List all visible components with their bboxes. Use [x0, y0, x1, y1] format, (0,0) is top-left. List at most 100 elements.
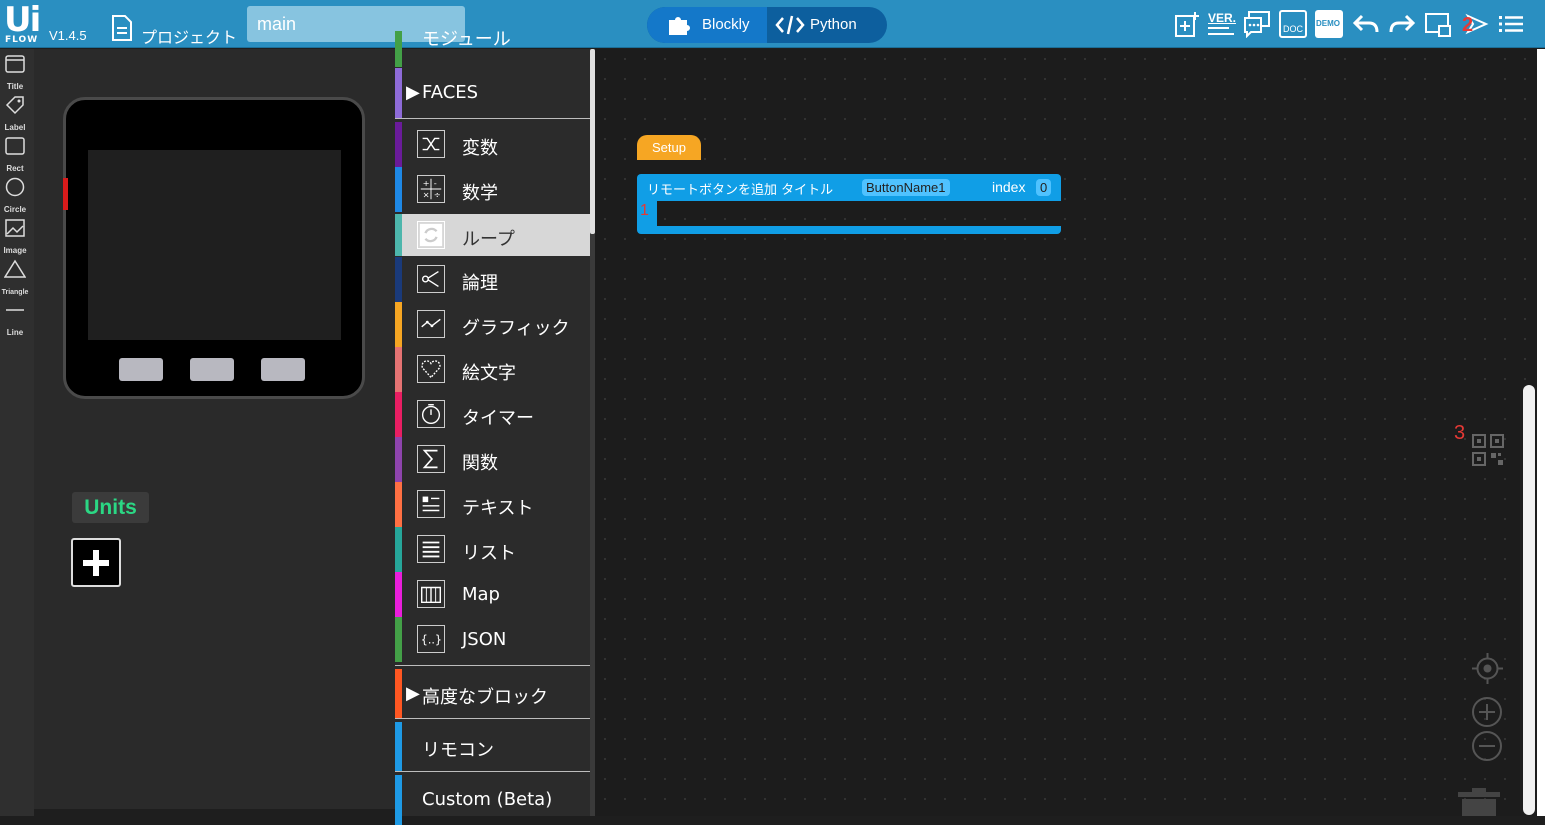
category-map[interactable]: Map: [395, 572, 590, 617]
version-icon-label: VER.: [1208, 11, 1237, 25]
category-lists[interactable]: リスト: [395, 527, 590, 572]
category-text[interactable]: テキスト: [395, 482, 590, 527]
version-icon[interactable]: VER.: [1207, 10, 1237, 38]
project-menu-label[interactable]: プロジェクト: [141, 24, 237, 48]
python-mode-button[interactable]: Python: [767, 7, 887, 43]
tool-image[interactable]: Image: [0, 215, 30, 255]
tool-label[interactable]: Label: [0, 92, 30, 132]
m5stack-device-preview: [63, 97, 365, 399]
sigma-icon: [417, 445, 445, 473]
text-icon: [417, 490, 445, 518]
logo-subtext: FLOW: [5, 35, 39, 45]
circle-icon: [5, 177, 25, 197]
tool-line-label: Line: [6, 328, 24, 337]
puzzle-icon: [669, 17, 690, 35]
category-faces[interactable]: ▶ FACES: [395, 68, 590, 118]
zoom-in-icon[interactable]: [1471, 696, 1503, 728]
doc-icon-label: DOC: [1283, 24, 1303, 34]
rect-icon: [5, 137, 25, 155]
blockly-mode-button[interactable]: Blockly: [647, 7, 767, 43]
category-emoji-label: 絵文字: [462, 363, 516, 384]
annotation-number-3: 3: [1454, 422, 1466, 444]
recenter-icon[interactable]: [1472, 653, 1503, 684]
device-button-a[interactable]: [119, 358, 163, 381]
category-logic[interactable]: 論理: [395, 257, 590, 302]
add-unit-button[interactable]: [71, 538, 121, 587]
category-functions[interactable]: 関数: [395, 437, 590, 482]
comment-icon[interactable]: [1243, 10, 1271, 38]
timer-icon: [417, 400, 445, 428]
logo-text: Ui: [4, 0, 41, 40]
menu-icon[interactable]: [1497, 10, 1525, 38]
tool-rect[interactable]: Rect: [0, 133, 30, 173]
project-file-icon[interactable]: [110, 14, 134, 42]
category-modules-label: モジュール: [422, 29, 511, 50]
annotation-number-2: 2: [1462, 14, 1474, 36]
index-value-field[interactable]: 0: [1036, 179, 1052, 196]
category-variables[interactable]: 変数: [395, 122, 590, 167]
category-timer-label: タイマー: [462, 408, 534, 429]
undo-icon[interactable]: [1352, 10, 1380, 38]
category-graphics[interactable]: グラフィック: [395, 302, 590, 347]
category-loops-label: ループ: [462, 229, 515, 250]
doc-icon[interactable]: DOC: [1279, 10, 1307, 38]
category-emoji[interactable]: 絵文字: [395, 347, 590, 392]
line-icon: [6, 309, 24, 311]
block-category-list: モジュール ▶ FACES 変数 + - × ÷ 数学 ループ 論理 グラフィック 絵…: [395, 29, 595, 825]
category-functions-label: 関数: [462, 453, 498, 474]
category-remote[interactable]: リモコン: [395, 722, 590, 772]
image-icon: [5, 219, 25, 237]
category-loops[interactable]: ループ: [395, 214, 590, 256]
blockly-workspace[interactable]: [595, 49, 1537, 816]
button-name-field[interactable]: ButtonName1: [862, 179, 950, 196]
tool-label-label: Label: [4, 123, 26, 132]
device-button-c[interactable]: [261, 358, 305, 381]
demo-icon[interactable]: DEMO: [1315, 10, 1343, 38]
external-window-edge: [1537, 49, 1545, 816]
qr-code-icon[interactable]: [1472, 434, 1504, 466]
graphics-icon: [417, 310, 445, 338]
new-file-icon[interactable]: [1173, 10, 1201, 38]
category-math[interactable]: + - × ÷ 数学: [395, 167, 590, 212]
tool-circle[interactable]: Circle: [0, 174, 30, 214]
tool-line[interactable]: Line: [0, 297, 30, 337]
category-advanced-blocks[interactable]: ▶ 高度なブロック: [395, 669, 590, 719]
setup-block[interactable]: Setup: [637, 135, 701, 160]
category-json[interactable]: {..} JSON: [395, 617, 590, 662]
tool-triangle[interactable]: Triangle: [0, 256, 30, 296]
logic-icon: [417, 265, 445, 293]
redo-icon[interactable]: [1388, 10, 1416, 38]
blockly-label: Blockly: [702, 16, 750, 33]
category-custom-label: Custom (Beta): [422, 789, 553, 810]
faces-arrow-icon: ▶: [406, 82, 420, 103]
trash-icon[interactable]: [1458, 788, 1500, 816]
map-book-icon: [417, 580, 445, 608]
category-math-label: 数学: [462, 183, 498, 204]
advanced-arrow-icon: ▶: [406, 683, 420, 704]
category-custom[interactable]: Custom (Beta): [395, 775, 590, 825]
plus-icon: [83, 550, 109, 576]
category-modules[interactable]: モジュール: [395, 29, 590, 67]
tool-title-label: Title: [6, 82, 24, 91]
category-variables-label: 変数: [462, 138, 498, 159]
tool-title[interactable]: Title: [0, 51, 30, 91]
zoom-out-icon[interactable]: [1471, 730, 1503, 762]
tool-circle-label: Circle: [3, 205, 27, 214]
device-icon[interactable]: [1424, 10, 1452, 38]
category-timer[interactable]: タイマー: [395, 392, 590, 437]
category-json-label: JSON: [462, 629, 507, 650]
version-label: V1.4.5: [49, 28, 87, 43]
svg-text:÷: ÷: [434, 189, 441, 199]
category-faces-label: FACES: [422, 82, 479, 103]
category-map-label: Map: [462, 584, 500, 605]
annotation-number-1: 1: [640, 202, 649, 219]
workspace-vertical-scrollbar[interactable]: [1523, 385, 1535, 815]
remote-button-block[interactable]: リモートボタンを追加 タイトル ButtonName1 index 0 1: [637, 174, 1061, 234]
mode-toggle[interactable]: Blockly Python: [647, 7, 887, 43]
svg-text:×: ×: [423, 189, 430, 199]
device-button-b[interactable]: [190, 358, 234, 381]
label-icon: [5, 96, 24, 115]
index-label: index: [992, 179, 1026, 195]
device-screen-canvas[interactable]: [88, 150, 341, 340]
category-remote-label: リモコン: [422, 740, 494, 761]
